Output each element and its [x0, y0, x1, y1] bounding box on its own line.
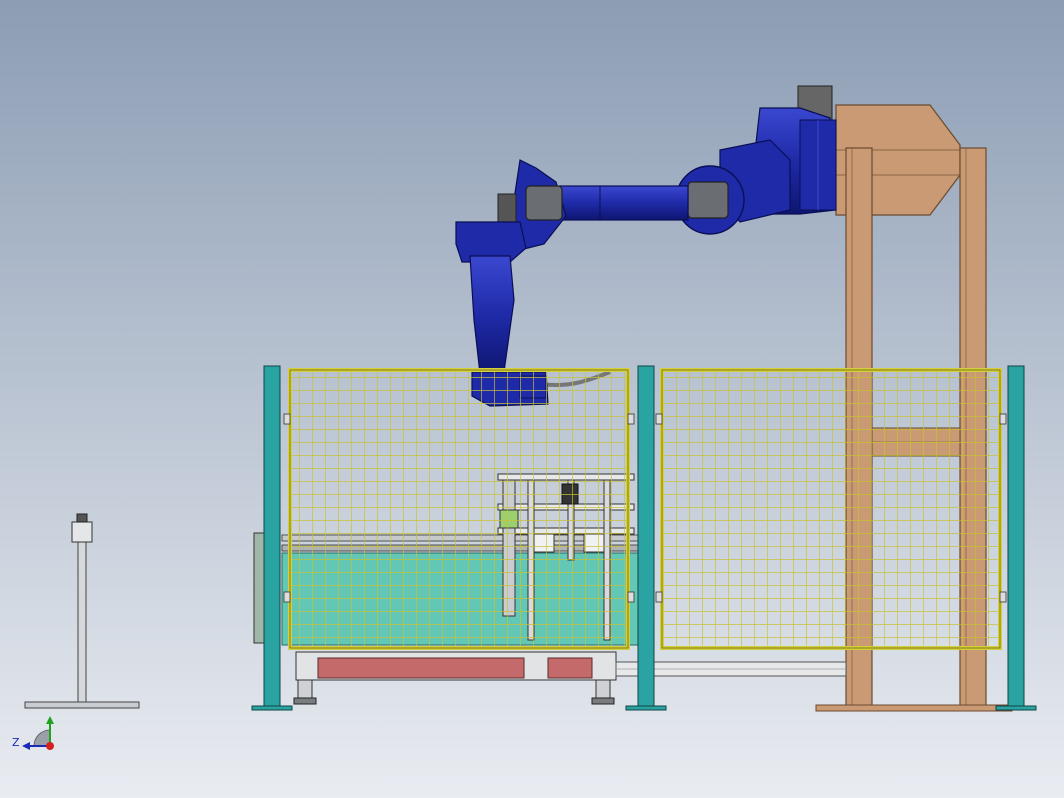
cad-scene: Z [0, 0, 1064, 798]
fence-panel-left [283, 368, 635, 650]
fence-panel-right [655, 368, 1007, 650]
triad-z-label: Z [12, 736, 20, 749]
cad-viewport[interactable]: Z [0, 0, 1064, 798]
